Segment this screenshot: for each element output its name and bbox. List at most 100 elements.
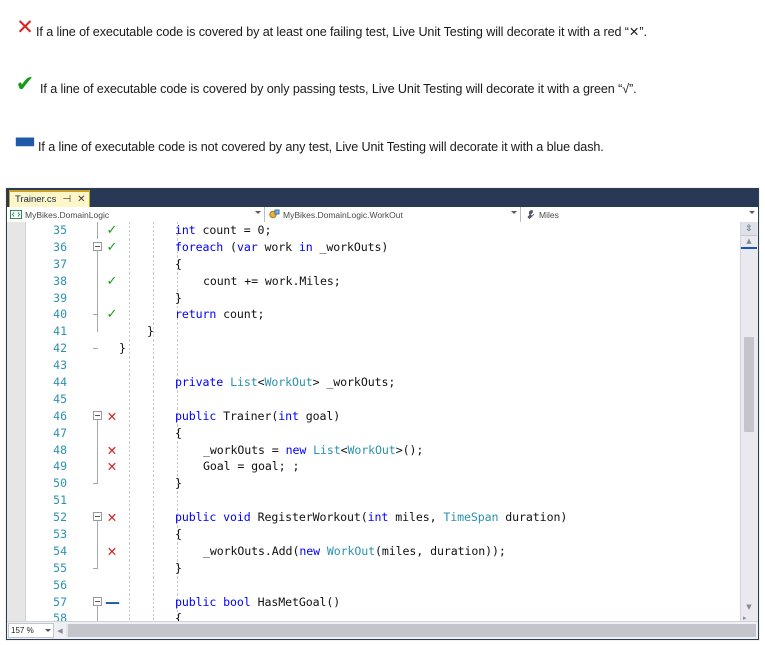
indent-guide: [177, 441, 178, 459]
chevron-down-icon[interactable]: [749, 211, 755, 214]
coverage-glyph-pass[interactable]: ✓: [105, 273, 119, 290]
outlining-end-tick: [93, 348, 98, 350]
coverage-glyph-fail[interactable]: ✕: [105, 408, 119, 425]
horizontal-scrollbar-thumb[interactable]: [68, 624, 756, 637]
code-line[interactable]: 51: [7, 492, 741, 510]
code-token: TimeSpan: [443, 510, 499, 525]
coverage-glyph-pass[interactable]: ✓: [105, 306, 119, 323]
code-line[interactable]: 37 {: [7, 255, 741, 273]
chevron-down-icon[interactable]: [255, 211, 261, 214]
code-text[interactable]: {: [175, 426, 182, 440]
class-dropdown[interactable]: MyBikes.DomainLogic.WorkOut: [265, 207, 521, 222]
coverage-glyph-pass[interactable]: ✓: [105, 222, 119, 239]
code-token: >();: [395, 442, 424, 457]
line-number: 37: [53, 256, 67, 271]
code-line[interactable]: 44 private List<WorkOut> _workOuts;: [7, 374, 741, 391]
code-text[interactable]: public void RegisterWorkout(int miles, T…: [175, 510, 567, 524]
code-token: (miles, duration));: [375, 543, 506, 558]
code-text[interactable]: private List<WorkOut> _workOuts;: [175, 375, 395, 389]
code-line[interactable]: 54 ✕ _workOuts.Add(new WorkOut(miles, dura…: [7, 542, 741, 560]
code-token: (: [223, 239, 237, 254]
indent-guide: [129, 340, 130, 358]
scroll-up-arrow-icon[interactable]: ▲: [741, 236, 757, 246]
split-view-handle[interactable]: ⇳: [741, 222, 757, 236]
collapse-outline-button[interactable]: [93, 410, 102, 420]
chevron-down-icon[interactable]: [45, 629, 51, 632]
collapse-outline-button[interactable]: [93, 241, 102, 251]
close-tab-icon[interactable]: ✕: [77, 194, 85, 205]
code-lines-container[interactable]: 35 ✓ int count = 0; 36 ✓ foreach (var work in…: [7, 222, 741, 622]
code-line[interactable]: 55}: [7, 559, 741, 577]
indent-guide: [153, 255, 154, 273]
editor-surface[interactable]: 35 ✓ int count = 0; 36 ✓ foreach (var work in…: [7, 222, 758, 622]
code-text[interactable]: {: [175, 527, 182, 541]
code-line[interactable]: 50}: [7, 475, 741, 493]
code-text[interactable]: }: [175, 476, 182, 490]
scroll-down-arrow-icon[interactable]: ▼: [741, 602, 757, 612]
line-number: 44: [53, 375, 67, 390]
scroll-left-arrow-icon[interactable]: ◀: [54, 627, 66, 635]
line-number: 54: [53, 543, 67, 558]
member-dropdown[interactable]: Miles: [521, 207, 758, 222]
vertical-scrollbar-thumb[interactable]: [744, 337, 754, 432]
code-text[interactable]: }: [147, 324, 154, 338]
collapse-outline-button[interactable]: [93, 596, 102, 606]
code-token: foreach: [175, 239, 224, 254]
collapse-outline-button[interactable]: [93, 512, 102, 522]
coverage-glyph-pass[interactable]: ✓: [105, 239, 119, 256]
vertical-scrollbar[interactable]: ⇳ ▲ ▼ ▸: [740, 222, 758, 622]
code-line[interactable]: 57 — public bool HasMetGoal(): [7, 593, 741, 611]
coverage-glyph-none[interactable]: —: [105, 593, 120, 611]
code-line[interactable]: 41}: [7, 323, 741, 341]
code-text[interactable]: }: [175, 291, 182, 305]
code-text[interactable]: }: [175, 561, 182, 575]
code-text[interactable]: public bool HasMetGoal(): [175, 595, 340, 609]
horizontal-scrollbar[interactable]: [66, 624, 756, 637]
indent-guide: [177, 576, 178, 594]
pin-tab-icon[interactable]: ⊣: [62, 194, 71, 205]
namespace-dropdown[interactable]: MyBikes.DomainLogic: [7, 207, 265, 222]
coverage-glyph-fail[interactable]: ✕: [105, 509, 119, 526]
outlining-structure-line: [97, 272, 98, 290]
code-line[interactable]: 45: [7, 390, 741, 408]
code-text[interactable]: return count;: [175, 307, 265, 321]
code-text[interactable]: Goal = goal; ;: [203, 459, 299, 473]
code-text[interactable]: }: [119, 341, 126, 355]
code-token: work: [257, 239, 299, 254]
legend-item-failing-text: If a line of executable code is covered …: [36, 25, 647, 39]
chevron-down-icon[interactable]: [511, 211, 517, 214]
line-number: 46: [53, 408, 67, 423]
line-number: 57: [53, 594, 67, 609]
code-line[interactable]: 53 {: [7, 526, 741, 543]
code-line[interactable]: 46 ✕ public Trainer(int goal): [7, 407, 741, 425]
coverage-glyph-fail[interactable]: ✕: [105, 543, 119, 560]
code-text[interactable]: count += work.Miles;: [203, 274, 341, 288]
code-text[interactable]: int count = 0;: [175, 223, 271, 237]
code-line[interactable]: 47 {: [7, 424, 741, 442]
code-text[interactable]: {: [175, 257, 182, 271]
zoom-level-dropdown[interactable]: 157 %: [8, 623, 54, 638]
code-line[interactable]: 48 ✕ _workOuts = new List<WorkOut>();: [7, 441, 741, 459]
coverage-glyph-fail[interactable]: ✕: [105, 458, 119, 475]
code-line[interactable]: 56: [7, 576, 741, 594]
code-line[interactable]: 39}: [7, 289, 741, 307]
indent-guide: [129, 526, 130, 543]
coverage-glyph-fail[interactable]: ✕: [105, 442, 119, 459]
code-line[interactable]: 35 ✓ int count = 0;: [7, 222, 741, 239]
indent-guide: [153, 424, 154, 442]
code-text[interactable]: _workOuts = new List<WorkOut>();: [203, 443, 423, 457]
code-line[interactable]: 38 ✓ count += work.Miles;: [7, 272, 741, 290]
code-line[interactable]: 40 ✓ return count;: [7, 306, 741, 324]
code-line[interactable]: 52 ✕ public void RegisterWorkout(int miles…: [7, 509, 741, 527]
code-line[interactable]: 49 ✕ Goal = goal; ;: [7, 458, 741, 476]
editor-tab-trainer-cs[interactable]: Trainer.cs ⊣ ✕: [9, 190, 91, 207]
code-token: {: [175, 256, 182, 271]
code-text[interactable]: foreach (var work in _workOuts): [175, 240, 388, 254]
code-text[interactable]: _workOuts.Add(new WorkOut(miles, duratio…: [203, 544, 506, 558]
code-text[interactable]: public Trainer(int goal): [175, 409, 340, 423]
code-line[interactable]: 36 ✓ foreach (var work in _workOuts): [7, 238, 741, 256]
code-line[interactable]: 43: [7, 357, 741, 375]
code-line[interactable]: 42}: [7, 340, 741, 358]
indent-guide: [129, 390, 130, 408]
code-token: RegisterWorkout(: [250, 510, 368, 525]
